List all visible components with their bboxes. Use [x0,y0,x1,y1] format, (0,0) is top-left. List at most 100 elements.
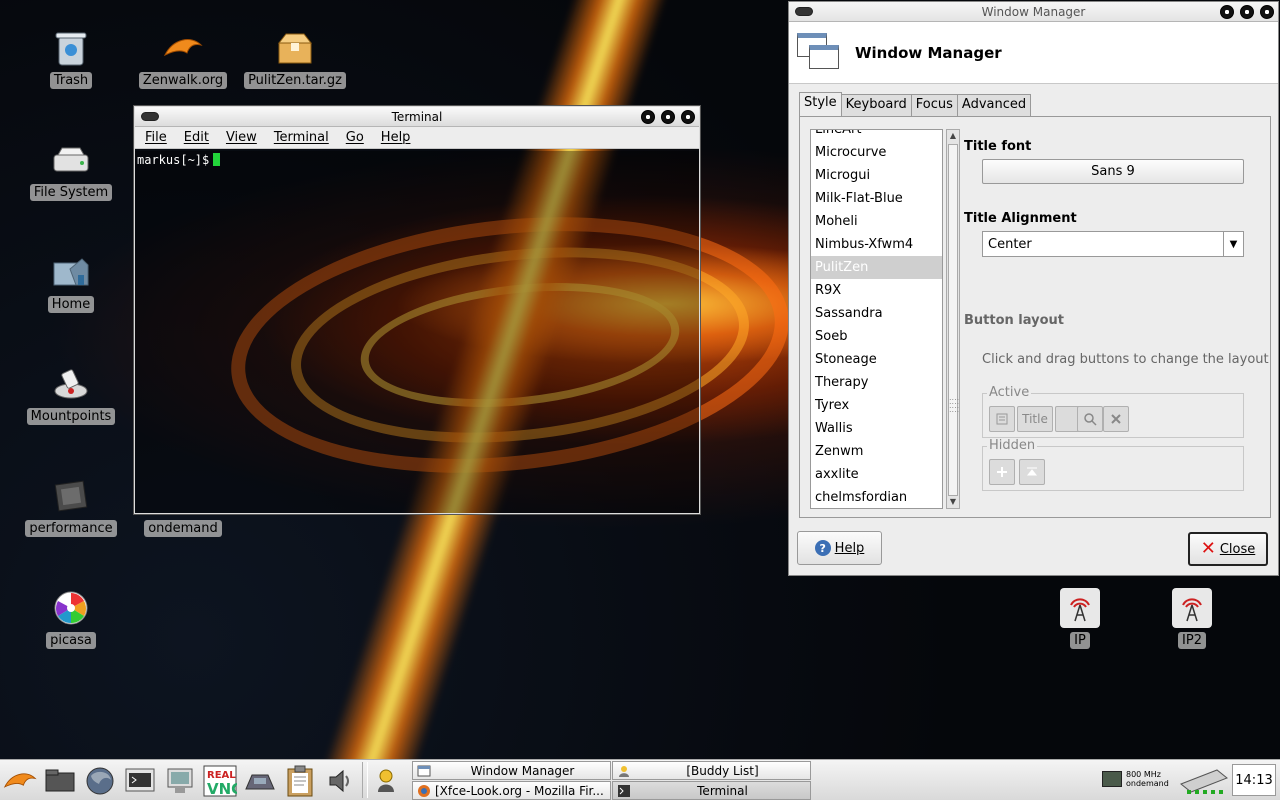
terminal-titlebar[interactable]: Terminal [135,107,699,127]
desktop-icon-mountpoints[interactable]: Mountpoints [21,364,121,425]
panel-clock[interactable]: 14:13 [1232,764,1276,796]
theme-item[interactable]: Nimbus-Xfwm4 [811,233,942,256]
theme-item-selected[interactable]: PulitZen [811,256,942,279]
menu-help[interactable]: Help [381,130,411,145]
firefox-icon[interactable] [82,764,118,798]
theme-list-scrollbar[interactable]: ▲ ................ ▼ [946,129,960,509]
title-alignment-label: Title Alignment [964,211,1077,226]
window-title: Window Manager [981,4,1086,19]
terminal-launcher-icon[interactable] [122,764,158,798]
theme-item[interactable]: axxlite [811,463,942,486]
theme-item[interactable]: Therapy [811,371,942,394]
theme-item[interactable]: Soeb [811,325,942,348]
theme-list[interactable]: LineArt Microcurve Microgui Milk-Flat-Bl… [810,129,943,509]
desktop-icon-file-system[interactable]: File System [21,140,121,201]
task-label: [Xfce-Look.org - Mozilla Fir... [435,783,604,798]
close-button-label: Close [1219,541,1256,557]
terminal-window[interactable]: Terminal File Edit View Terminal Go Help… [133,105,701,515]
minimize-button[interactable] [641,110,655,124]
desktop-icon-zenwalk[interactable]: Zenwalk.org [133,28,233,89]
window-menu-icon[interactable] [141,112,159,121]
scroll-up-icon[interactable]: ▲ [947,130,959,142]
title-alignment-select[interactable]: Center ▼ [982,231,1244,257]
file-manager-icon[interactable] [42,764,78,798]
picasa-icon [51,588,91,628]
theme-item[interactable]: Tyrex [811,394,942,417]
theme-item[interactable]: chelmsfordian [811,486,942,508]
title-layout-button[interactable]: Title [1017,406,1053,432]
above-button-icon[interactable] [1019,459,1045,485]
style-tab-panel: LineArt Microcurve Microgui Milk-Flat-Bl… [799,116,1271,518]
wm-titlebar[interactable]: Window Manager [789,2,1278,22]
help-button[interactable]: ? Help [797,531,882,565]
volume-icon[interactable] [322,764,358,798]
theme-item[interactable]: LineArt [811,130,942,141]
theme-item[interactable]: R9X [811,279,942,302]
window-manager-dialog[interactable]: Window Manager Window Manager Style Keyb… [788,1,1279,576]
chevron-down-icon[interactable]: ▼ [1223,232,1243,256]
stick-button-icon[interactable] [989,459,1015,485]
desktop-icon-ip2[interactable]: IP2 [1142,588,1242,649]
title-font-button[interactable]: Sans 9 [982,159,1244,184]
scroll-down-icon[interactable]: ▼ [947,496,959,508]
window-menu-icon[interactable] [795,7,813,16]
theme-item[interactable]: Wallis [811,417,942,440]
theme-item[interactable]: Milk-Flat-Blue [811,187,942,210]
cpu-frequency-monitor[interactable]: 800 MHz ondemand [1102,770,1169,788]
desktop-icon-label: File System [29,184,113,201]
window-manager-icon [797,32,841,73]
task-terminal[interactable]: Terminal [612,781,811,800]
maximize-button[interactable] [1240,5,1254,19]
theme-item[interactable]: Stoneage [811,348,942,371]
close-dialog-button[interactable]: ✕ Close [1188,532,1268,566]
close-layout-icon[interactable] [1103,406,1129,432]
desktop-icon-picasa[interactable]: picasa [21,588,121,649]
tab-keyboard[interactable]: Keyboard [840,94,912,116]
theme-item[interactable]: Sassandra [811,302,942,325]
buddy-tray-icon[interactable] [368,764,404,798]
theme-item[interactable]: Zenwm [811,440,942,463]
tab-advanced[interactable]: Advanced [956,94,1032,116]
menu-edit[interactable]: Edit [184,130,209,145]
theme-item[interactable]: Microgui [811,164,942,187]
monitor-settings-icon[interactable] [162,764,198,798]
theme-item[interactable]: Microcurve [811,141,942,164]
network-icon[interactable] [242,764,278,798]
network-card-icon[interactable] [1176,764,1230,798]
desktop-icon-label: performance [25,520,117,537]
active-frame-label: Active [987,385,1032,400]
menu-go[interactable]: Go [346,130,364,145]
desktop-icon-label: Home [47,296,95,313]
scrollbar-thumb[interactable] [948,144,958,496]
cpu-chip-icon [1102,771,1122,787]
theme-item[interactable]: Moheli [811,210,942,233]
desktop-icon-performance[interactable]: performance [21,476,121,537]
menu-view[interactable]: View [226,130,257,145]
cpu-chip-icon [51,476,91,516]
close-button[interactable] [1260,5,1274,19]
tab-focus[interactable]: Focus [910,94,958,116]
clipboard-icon[interactable] [282,764,318,798]
desktop-icon-trash[interactable]: Trash [21,28,121,89]
tab-style[interactable]: Style [799,92,842,116]
minimize-button[interactable] [1220,5,1234,19]
desktop-icon-ip[interactable]: IP [1030,588,1130,649]
task-buddy-list[interactable]: [Buddy List] [612,761,811,780]
hidden-frame-label: Hidden [987,438,1038,453]
close-button[interactable] [681,110,695,124]
menu-file[interactable]: File [145,130,167,145]
archive-icon [275,28,315,68]
help-icon: ? [814,540,831,556]
vnc-icon[interactable]: REAL VNC [202,764,238,798]
task-window-manager[interactable]: Window Manager [412,761,611,780]
terminal-output[interactable]: markus[~]$ [135,151,699,513]
maximize-button[interactable] [661,110,675,124]
desktop-icon-home[interactable]: Home [21,252,121,313]
task-firefox[interactable]: [Xfce-Look.org - Mozilla Fir... [412,781,611,800]
buddy-icon [617,764,631,778]
menu-terminal[interactable]: Terminal [274,130,329,145]
menu-button-icon[interactable] [989,406,1015,432]
magnifier-icon[interactable] [1077,406,1103,432]
desktop-icon-pulitzen-archive[interactable]: PulitZen.tar.gz [244,28,346,89]
zenwalk-menu-icon[interactable] [2,764,38,798]
